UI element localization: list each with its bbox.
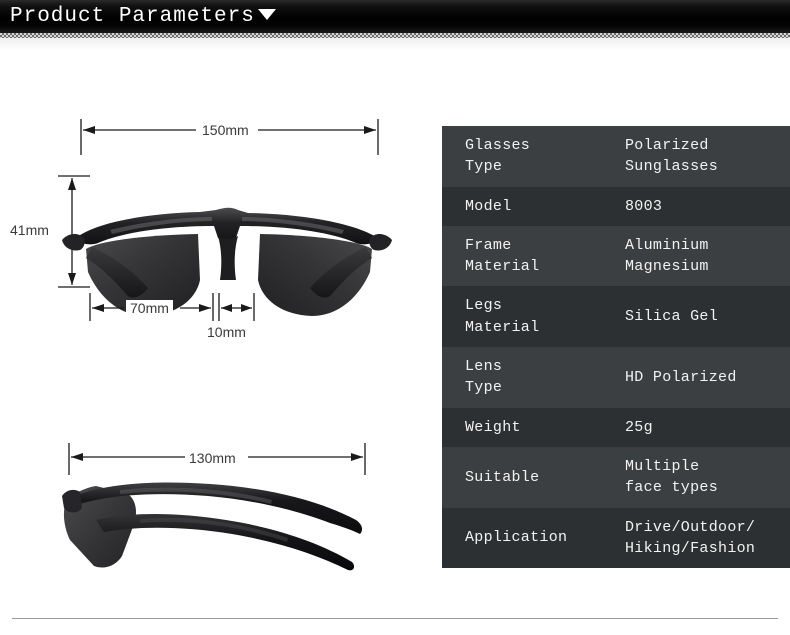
spec-label-line: Type — [465, 379, 503, 397]
dimension-label-41mm: 41mm — [6, 222, 53, 238]
spec-label-line: Frame — [465, 236, 512, 254]
spec-value-line: HD Polarized — [625, 368, 737, 386]
specifications-table: Glasses Type Polarized Sunglasses Model … — [442, 126, 790, 569]
spec-label-line: Suitable — [465, 468, 540, 486]
specifications-table-body: Glasses Type Polarized Sunglasses Model … — [442, 126, 790, 569]
page-header: Product Parameters — [0, 0, 790, 33]
spec-value-line: Aluminium — [625, 236, 709, 254]
sunglasses-side-view — [62, 443, 366, 571]
spec-value-frame-material: Aluminium Magnesium — [605, 226, 790, 287]
sunglasses-side-illustration — [62, 482, 363, 571]
spec-label-model: Model — [442, 187, 605, 226]
header-fade — [0, 38, 790, 50]
spec-value-line: face types — [625, 479, 719, 497]
spec-label-lens-type: Lens Type — [442, 347, 605, 408]
spec-value-suitable: Multiple face types — [605, 447, 790, 508]
product-diagram-area: 150mm 41mm 70mm 10mm 130mm — [0, 50, 430, 590]
table-row: Model 8003 — [442, 186, 790, 226]
spec-value-line: Hiking/Fashion — [625, 539, 756, 557]
table-row: Legs Material Silica Gel — [442, 286, 790, 348]
table-row: Lens Type HD Polarized — [442, 347, 790, 408]
table-row: Glasses Type Polarized Sunglasses — [442, 126, 790, 187]
table-row: Weight 25g — [442, 407, 790, 447]
page-title: Product Parameters — [10, 5, 255, 28]
spec-value-line: Multiple — [625, 457, 700, 475]
spec-value-line: Silica Gel — [625, 308, 719, 326]
spec-value-weight: 25g — [605, 408, 790, 447]
spec-value-line: 8003 — [625, 197, 663, 215]
spec-label-line: Lens — [465, 358, 503, 376]
dimension-label-130mm: 130mm — [185, 450, 240, 466]
spec-label-line: Model — [465, 197, 512, 215]
dimension-line-41mm — [58, 175, 90, 288]
spec-value-line: Sunglasses — [625, 158, 719, 176]
spec-value-application: Drive/Outdoor/ Hiking/Fashion — [605, 508, 790, 569]
dimension-label-150mm: 150mm — [198, 122, 253, 138]
spec-label-frame-material: Frame Material — [442, 226, 605, 287]
spec-value-line: 25g — [625, 418, 653, 436]
sunglasses-front-illustration — [62, 207, 392, 316]
spec-label-line: Legs — [465, 297, 503, 315]
dimension-label-10mm: 10mm — [203, 324, 250, 340]
spec-label-line: Material — [465, 258, 540, 276]
spec-label-suitable: Suitable — [442, 447, 605, 508]
spec-value-glasses-type: Polarized Sunglasses — [605, 126, 790, 187]
table-row: Application Drive/Outdoor/ Hiking/Fashio… — [442, 507, 790, 569]
sunglasses-front-view — [58, 119, 392, 321]
table-row: Frame Material Aluminium Magnesium — [442, 225, 790, 287]
spec-label-legs-material: Legs Material — [442, 286, 605, 347]
spec-value-line: Drive/Outdoor/ — [625, 518, 756, 536]
spec-value-lens-type: HD Polarized — [605, 347, 790, 408]
spec-value-legs-material: Silica Gel — [605, 286, 790, 347]
spec-label-glasses-type: Glasses Type — [442, 126, 605, 187]
dimension-line-10mm — [218, 293, 255, 321]
bottom-divider — [12, 618, 778, 619]
spec-value-line: Polarized — [625, 137, 709, 154]
table-row: Suitable Multiple face types — [442, 446, 790, 508]
spec-label-weight: Weight — [442, 408, 605, 447]
dimension-label-70mm: 70mm — [126, 300, 173, 316]
spec-label-line: Weight — [465, 418, 521, 436]
spec-label-line: Type — [465, 158, 503, 176]
spec-value-model: 8003 — [605, 187, 790, 226]
spec-label-line: Application — [465, 529, 568, 547]
spec-label-line: Glasses — [465, 137, 531, 154]
spec-label-application: Application — [442, 508, 605, 569]
chevron-down-icon[interactable] — [258, 9, 276, 20]
spec-label-line: Material — [465, 318, 540, 336]
spec-value-line: Magnesium — [625, 258, 709, 276]
